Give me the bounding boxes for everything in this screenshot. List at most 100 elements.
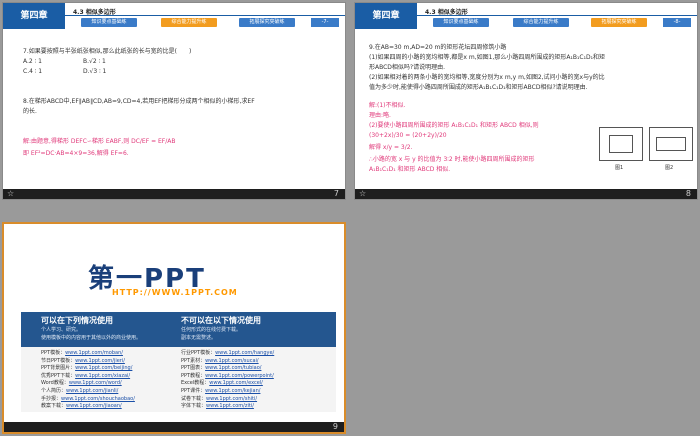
sol-line6: ∴小路的宽 x 与 y 的比值为 3∶2 时,能使小路四周所围成的矩形 xyxy=(369,156,535,163)
link-label: PPT图表： xyxy=(181,365,206,372)
link-url[interactable]: www.1ppt.com/word/ xyxy=(69,380,122,386)
link-label: 行业PPT模板： xyxy=(181,350,216,356)
logo-url: HTTP://WWW.1PPT.COM xyxy=(112,288,238,297)
left-link-row[interactable]: 个人简历：www.1ppt.com/jianli/ xyxy=(41,387,118,394)
q9-line2: (1)如果四周的小路的宽均相等,都是x m,如图1,那么小路四周所围成的矩形A₁… xyxy=(369,54,605,61)
slide-footer: ☆ 8 xyxy=(355,189,697,199)
link-url[interactable]: www.1ppt.com/shiti/ xyxy=(206,396,257,402)
right-link-row[interactable]: Excel教程：www.1ppt.com/excel/ xyxy=(181,379,263,386)
link-url[interactable]: www.1ppt.com/kejian/ xyxy=(205,388,260,394)
tab-basic[interactable]: 知识要点基础练 xyxy=(81,18,137,27)
slide-footer: ☆ 7 xyxy=(3,189,345,199)
right-link-row[interactable]: PPT教程：www.1ppt.com/powerpoint/ xyxy=(181,372,274,379)
left-link-row[interactable]: 教案下载：www.1ppt.com/jiaoan/ xyxy=(41,402,122,409)
sol-line5: 解得 x/y = 3/2. xyxy=(369,144,413,151)
link-url[interactable]: www.1ppt.com/jiaoan/ xyxy=(66,403,122,409)
link-label: 试卷下载： xyxy=(181,395,207,402)
question-8-line2: 的长. xyxy=(23,108,37,115)
link-label: 字体下载： xyxy=(181,403,207,410)
link-label: Word教程： xyxy=(41,380,69,387)
right-link-row[interactable]: 行业PPT模板：www.1ppt.com/hangye/ xyxy=(181,349,274,356)
right-link-row[interactable]: 试卷下载：www.1ppt.com/shiti/ xyxy=(181,395,257,402)
tab-extension[interactable]: 拓展探究突破练 xyxy=(239,18,295,27)
tab-basic[interactable]: 知识要点基础练 xyxy=(433,18,489,27)
slide-7-thumbnail[interactable]: 第四章 4.3 相似多边形 知识要点基础练 综合能力提升练 拓展探究突破练 -7… xyxy=(2,2,346,200)
links-panel: PPT模板：www.1ppt.com/moban/节日PPT模板：www.1pp… xyxy=(21,347,336,412)
right-link-row[interactable]: PPT课件：www.1ppt.com/kejian/ xyxy=(181,387,260,394)
q7-option-a: A.2 ∶ 1 xyxy=(23,58,42,65)
link-url[interactable]: www.1ppt.com/beijing/ xyxy=(75,365,132,371)
left-link-row[interactable]: 优秀PPT下载：www.1ppt.com/xiazai/ xyxy=(41,372,130,379)
q7-option-d: D.√3 ∶ 1 xyxy=(83,68,107,75)
slide-number: 7 xyxy=(333,189,339,198)
solution-line1: 解:由题意,得梯形 DEFC∽梯形 EABF,则 DC/EF = EF/AB xyxy=(23,138,176,145)
link-url[interactable]: www.1ppt.com/powerpoint/ xyxy=(205,373,274,379)
figure-2-caption: 图2 xyxy=(665,165,674,171)
right-link-row[interactable]: PPT素材：www.1ppt.com/sucai/ xyxy=(181,357,259,364)
q7-option-c: C.4 ∶ 1 xyxy=(23,68,43,75)
q9-line5: 值为多少时,能使得小路四周所围成的矩形A₁B₁C₁D₁和矩形ABCD相似?请说明… xyxy=(369,84,588,91)
q9-line1: 9.在AB=30 m,AD=20 m的矩形花坛四周修筑小路 xyxy=(369,44,507,51)
question-8-line1: 8.在梯形ABCD中,EF∥AB∥CD,AB=9,CD=4,若用EF把梯形分成两… xyxy=(23,98,255,105)
link-url[interactable]: www.1ppt.com/excel/ xyxy=(209,380,263,386)
slide-number: 8 xyxy=(685,189,691,198)
q9-line4: (2)如果相对着的两条小路的宽均相等,宽度分别为x m,y m,如图2,试问小路… xyxy=(369,74,605,81)
link-url[interactable]: www.1ppt.com/tubiao/ xyxy=(205,365,261,371)
link-label: PPT素材： xyxy=(181,357,206,364)
slide-footer: 9 xyxy=(4,422,344,432)
link-label: PPT教程： xyxy=(181,372,206,379)
link-url[interactable]: www.1ppt.com/shouchaobao/ xyxy=(61,396,135,402)
page-tag: -8- xyxy=(663,18,691,27)
left-link-row[interactable]: PPT模板：www.1ppt.com/moban/ xyxy=(41,349,123,356)
link-url[interactable]: www.1ppt.com/hangye/ xyxy=(215,350,274,356)
link-label: 教案下载： xyxy=(41,403,67,410)
sol-line7: A₁B₁C₁D₁ 和矩形 ABCD 相似. xyxy=(369,166,451,173)
q7-option-b: B.√2 ∶ 1 xyxy=(83,58,106,65)
sol-line3: (2)要使小路四周所围成的矩形 A₁B₁C₁D₁ 和矩形 ABCD 相似,则 xyxy=(369,122,539,129)
link-url[interactable]: www.1ppt.com/moban/ xyxy=(65,350,123,356)
link-label: PPT课件： xyxy=(181,388,206,394)
star-icon[interactable]: ☆ xyxy=(7,189,14,198)
chapter-label: 第四章 xyxy=(3,3,65,29)
tab-comprehensive[interactable]: 综合能力提升练 xyxy=(161,18,217,27)
forbidden-title: 不可以在以下情况使用 xyxy=(181,316,261,325)
solution-line2: 即 EF²=DC·AB=4×9=36,解得 EF=6. xyxy=(23,150,129,157)
chapter-label: 第四章 xyxy=(355,3,417,29)
left-link-row[interactable]: Word教程：www.1ppt.com/word/ xyxy=(41,379,122,386)
link-url[interactable]: www.1ppt.com/xiazai/ xyxy=(75,373,130,379)
allowed-title: 可以在下列情况使用 xyxy=(41,316,113,325)
link-url[interactable]: www.1ppt.com/jieri/ xyxy=(75,358,125,364)
link-label: PPT模板： xyxy=(41,350,66,356)
link-url[interactable]: www.1ppt.com/jianli/ xyxy=(66,388,118,394)
left-link-row[interactable]: 节日PPT模板：www.1ppt.com/jieri/ xyxy=(41,357,125,364)
link-label: 手抄报： xyxy=(41,395,62,402)
left-link-row[interactable]: 手抄报：www.1ppt.com/shouchaobao/ xyxy=(41,395,135,402)
page-tag: -7- xyxy=(311,18,339,27)
link-label: 优秀PPT下载： xyxy=(41,372,76,379)
forbidden-item-2: 副本无需赘述。 xyxy=(181,335,217,341)
right-link-row[interactable]: 字体下载：www.1ppt.com/ziti/ xyxy=(181,402,254,409)
left-link-row[interactable]: PPT背景图片：www.1ppt.com/beijing/ xyxy=(41,364,132,371)
figure-1-caption: 图1 xyxy=(615,165,624,171)
slide-8-thumbnail[interactable]: 第四章 4.3 相似多边形 知识要点基础练 综合能力提升练 拓展探究突破练 -8… xyxy=(354,2,698,200)
link-label: 个人简历： xyxy=(41,388,67,394)
link-label: 节日PPT模板： xyxy=(41,357,76,364)
link-url[interactable]: www.1ppt.com/sucai/ xyxy=(205,358,259,364)
figure-1 xyxy=(599,127,643,161)
figure-2 xyxy=(649,127,693,161)
tab-extension[interactable]: 拓展探究突破练 xyxy=(591,18,647,27)
allowed-item-2: 使用模板中的内容用于其他以外的商业使用。 xyxy=(41,335,142,341)
allowed-item-1: 个人学习、研究。 xyxy=(41,327,82,333)
link-label: PPT背景图片： xyxy=(41,365,76,372)
star-icon[interactable]: ☆ xyxy=(359,189,366,198)
slide-number: 9 xyxy=(332,422,338,431)
header-divider xyxy=(417,15,697,16)
link-url[interactable]: www.1ppt.com/ziti/ xyxy=(206,403,254,409)
sol-line1: 解:(1)不相似. xyxy=(369,102,406,109)
right-link-row[interactable]: PPT图表：www.1ppt.com/tubiao/ xyxy=(181,364,261,371)
q9-line3: 形ABCD相似吗?请说明理由. xyxy=(369,64,446,71)
tab-comprehensive[interactable]: 综合能力提升练 xyxy=(513,18,569,27)
sol-line4: (30+2x)/30 = (20+2y)/20 xyxy=(369,132,447,139)
forbidden-item-1: 任何形式的在线付费下载。 xyxy=(181,327,242,333)
link-label: Excel教程： xyxy=(181,380,210,387)
